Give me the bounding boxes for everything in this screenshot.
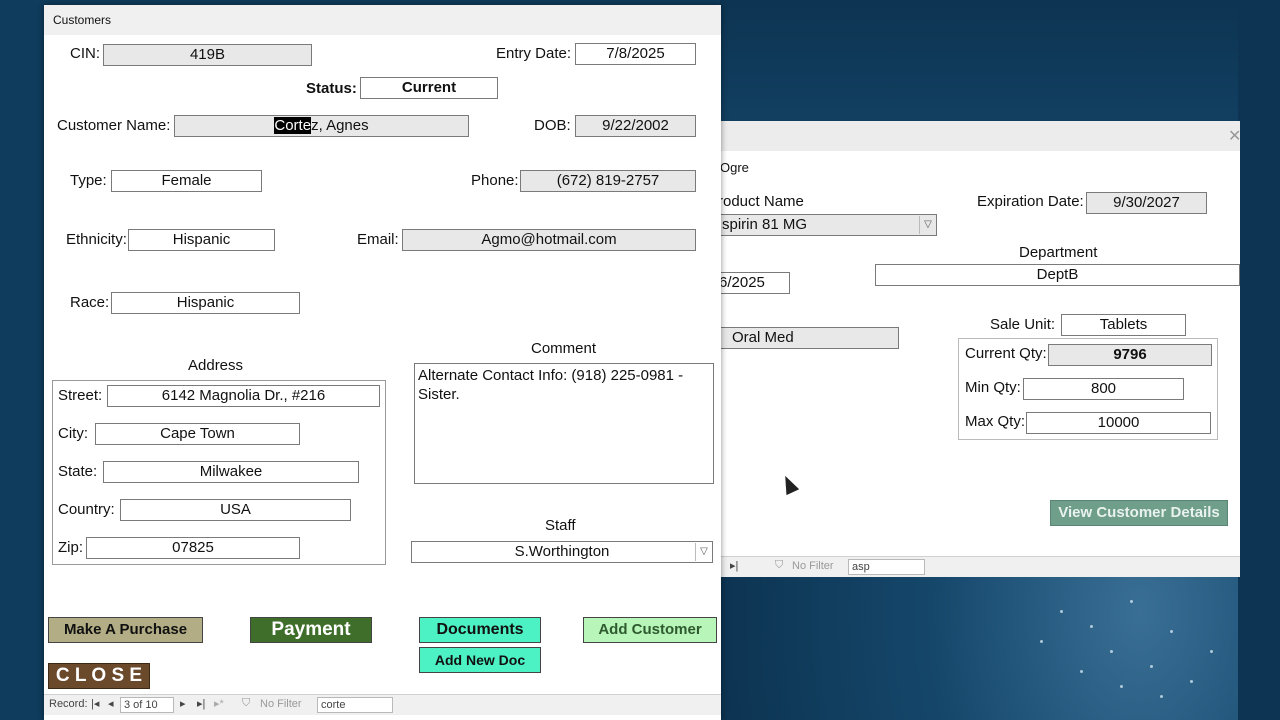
type-field[interactable]: Female bbox=[111, 170, 262, 192]
record-search-input[interactable]: corte bbox=[317, 697, 393, 713]
email-label: Email: bbox=[357, 231, 399, 248]
country-label: Country: bbox=[58, 501, 115, 518]
zip-field[interactable]: 07825 bbox=[86, 537, 300, 559]
customer-name-rest: z, Agnes bbox=[311, 117, 369, 134]
close-button[interactable]: C L O S E bbox=[48, 663, 150, 689]
address-heading: Address bbox=[188, 357, 244, 374]
first-record-icon[interactable]: |◂ bbox=[91, 697, 99, 710]
mouse-cursor-icon bbox=[778, 472, 800, 496]
view-customer-details-button[interactable]: View Customer Details bbox=[1050, 500, 1228, 526]
previous-record-icon[interactable]: ◂ bbox=[108, 697, 114, 710]
phone-label: Phone: bbox=[471, 172, 519, 189]
department-field[interactable]: DeptB bbox=[875, 264, 1240, 286]
filter-icon[interactable]: ⛉ bbox=[775, 559, 783, 572]
payment-button[interactable]: Payment bbox=[250, 617, 372, 643]
date-field-partial[interactable]: 6/2025 bbox=[718, 272, 790, 294]
min-qty-field[interactable]: 800 bbox=[1023, 378, 1184, 400]
no-filter-label[interactable]: No Filter bbox=[792, 560, 834, 572]
phone-field[interactable]: (672) 819-2757 bbox=[520, 170, 696, 192]
min-qty-label: Min Qty: bbox=[965, 379, 1021, 396]
street-field[interactable]: 6142 Magnolia Dr., #216 bbox=[107, 385, 380, 407]
status-label: Status: bbox=[306, 80, 357, 97]
new-record-icon[interactable]: ▸* bbox=[214, 697, 224, 710]
race-field[interactable]: Hispanic bbox=[111, 292, 300, 314]
record-label: Record: bbox=[49, 698, 88, 710]
ogre-label: Ogre bbox=[720, 160, 749, 175]
current-qty-label: Current Qty: bbox=[965, 345, 1047, 362]
staff-value: S.Worthington bbox=[514, 543, 610, 560]
cin-field[interactable]: 419B bbox=[103, 44, 312, 66]
ethnicity-label: Ethnicity: bbox=[66, 231, 127, 248]
chevron-down-icon[interactable]: ▽ bbox=[919, 216, 936, 234]
zip-label: Zip: bbox=[58, 539, 84, 556]
record-position-input[interactable]: 3 of 10 bbox=[120, 697, 174, 713]
status-field[interactable]: Current bbox=[360, 77, 498, 99]
product-name-value: spirin 81 MG bbox=[722, 216, 808, 233]
window-title: Customers bbox=[53, 13, 112, 27]
desktop-foam bbox=[1020, 590, 1240, 710]
product-window-titlebar bbox=[720, 121, 1240, 151]
product-window-body: Ogre roduct Name spirin 81 MG ▽ Expirati… bbox=[718, 151, 1240, 577]
last-record-icon[interactable]: ▸| bbox=[730, 559, 738, 572]
add-customer-button[interactable]: Add Customer bbox=[583, 617, 717, 643]
country-field[interactable]: USA bbox=[120, 499, 351, 521]
next-record-icon[interactable]: ▸ bbox=[180, 697, 186, 710]
sale-unit-field[interactable]: Tablets bbox=[1061, 314, 1186, 336]
desktop-background-top bbox=[720, 0, 1240, 125]
expiration-date-field[interactable]: 9/30/2027 bbox=[1086, 192, 1207, 214]
staff-heading: Staff bbox=[545, 517, 576, 534]
chevron-down-icon[interactable]: ▽ bbox=[695, 543, 712, 561]
race-label: Race: bbox=[70, 294, 110, 311]
customers-window: Customers CIN: 419B Entry Date: 7/8/2025… bbox=[44, 5, 721, 720]
filter-icon[interactable]: ⛉ bbox=[242, 697, 250, 710]
entry-date-label: Entry Date: bbox=[496, 45, 572, 62]
max-qty-label: Max Qty: bbox=[965, 413, 1026, 430]
ethnicity-field[interactable]: Hispanic bbox=[128, 229, 275, 251]
entry-date-field[interactable]: 7/8/2025 bbox=[575, 43, 696, 65]
dob-label: DOB: bbox=[534, 117, 571, 134]
product-name-label: roduct Name bbox=[718, 193, 804, 210]
record-nav-bar: Record: |◂ ◂ 3 of 10 ▸ ▸| ▸* ⛉ No Filter… bbox=[44, 694, 721, 715]
customer-name-label: Customer Name: bbox=[57, 117, 171, 134]
add-new-doc-button[interactable]: Add New Doc bbox=[419, 647, 541, 673]
dob-field[interactable]: 9/22/2002 bbox=[575, 115, 696, 137]
make-purchase-button[interactable]: Make A Purchase bbox=[48, 617, 203, 643]
product-name-select[interactable]: spirin 81 MG ▽ bbox=[719, 214, 937, 236]
staff-select[interactable]: S.Worthington ▽ bbox=[411, 541, 713, 563]
city-field[interactable]: Cape Town bbox=[95, 423, 300, 445]
category-field[interactable]: Oral Med bbox=[719, 327, 899, 349]
state-field[interactable]: Milwakee bbox=[103, 461, 359, 483]
comment-textarea[interactable]: Alternate Contact Info: (918) 225-0981 -… bbox=[414, 363, 714, 484]
street-label: Street: bbox=[58, 387, 103, 404]
customer-name-field[interactable]: Cortez, Agnes bbox=[174, 115, 469, 137]
department-label: Department bbox=[1019, 244, 1098, 261]
close-icon[interactable]: ✕ bbox=[1228, 126, 1241, 146]
current-qty-field[interactable]: 9796 bbox=[1048, 344, 1212, 366]
product-search-input[interactable]: asp bbox=[848, 559, 925, 575]
no-filter-label[interactable]: No Filter bbox=[260, 698, 302, 710]
last-record-icon[interactable]: ▸| bbox=[197, 697, 205, 710]
state-label: State: bbox=[58, 463, 98, 480]
desktop-background-right bbox=[1238, 0, 1280, 720]
sale-unit-label: Sale Unit: bbox=[990, 316, 1056, 333]
expiration-date-label: Expiration Date: bbox=[977, 193, 1084, 210]
customer-name-selection: Corte bbox=[274, 117, 312, 134]
email-field[interactable]: Agmo@hotmail.com bbox=[402, 229, 696, 251]
product-nav-bar: ▸| ⛉ No Filter asp bbox=[720, 556, 1240, 577]
city-label: City: bbox=[58, 425, 88, 442]
type-label: Type: bbox=[70, 172, 107, 189]
documents-button[interactable]: Documents bbox=[419, 617, 541, 643]
max-qty-field[interactable]: 10000 bbox=[1026, 412, 1211, 434]
cin-label: CIN: bbox=[70, 45, 100, 62]
product-window: ✕ Ogre roduct Name spirin 81 MG ▽ Expira… bbox=[718, 121, 1241, 577]
comment-heading: Comment bbox=[531, 340, 597, 357]
customers-window-titlebar: Customers bbox=[44, 5, 721, 35]
